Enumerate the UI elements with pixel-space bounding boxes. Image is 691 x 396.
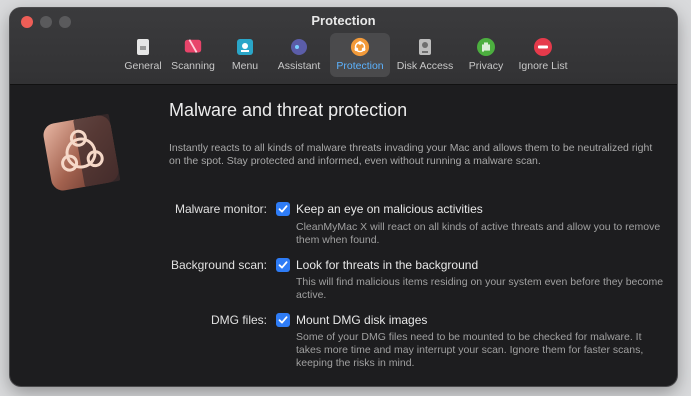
tab-label: Disk Access [396, 60, 454, 72]
background-scan-option-label[interactable]: Look for threats in the background [296, 258, 478, 272]
preferences-window: Protection General Scanning Menu Assista… [10, 8, 677, 386]
tab-label: Protection [336, 60, 384, 72]
hand-icon [476, 37, 496, 57]
tab-label: Menu [231, 60, 259, 72]
checkmark-icon [278, 261, 288, 269]
dmg-files-description: Some of your DMG files need to be mounte… [296, 331, 644, 369]
tab-disk-access[interactable]: Disk Access [395, 33, 455, 77]
tab-label: Privacy [468, 60, 504, 72]
dmg-files-option-label[interactable]: Mount DMG disk images [296, 313, 427, 327]
window-title: Protection [311, 13, 376, 28]
tab-label: Ignore List [518, 60, 568, 72]
tab-general[interactable]: General [118, 33, 168, 77]
page-description: Instantly reacts to all kinds of malware… [169, 142, 653, 167]
tab-scanning[interactable]: Scanning [167, 33, 219, 77]
tab-privacy[interactable]: Privacy [464, 33, 508, 77]
malware-monitor-option-label[interactable]: Keep an eye on malicious activities [296, 202, 483, 216]
checkmark-icon [278, 205, 288, 213]
dmg-files-checkbox[interactable] [276, 313, 290, 327]
tab-protection[interactable]: Protection [330, 33, 390, 77]
dmg-files-label: DMG files: [210, 313, 267, 327]
scanning-icon [183, 37, 203, 57]
assistant-icon [289, 37, 309, 57]
background-scan-checkbox[interactable] [276, 258, 290, 272]
preferences-tabs: General Scanning Menu Assistant Protecti… [10, 33, 677, 78]
background-scan-description: This will find malicious items residing … [296, 276, 664, 301]
malware-monitor-description: CleanMyMac X will react on all kinds of … [296, 221, 661, 246]
tab-ignore-list[interactable]: Ignore List [513, 33, 573, 77]
malware-monitor-checkbox[interactable] [276, 202, 290, 216]
background-scan-label: Background scan: [170, 258, 267, 272]
no-entry-icon [533, 37, 553, 57]
biohazard-icon [350, 37, 370, 57]
tab-assistant[interactable]: Assistant [274, 33, 324, 77]
disk-icon [415, 37, 435, 57]
menu-icon [235, 37, 255, 57]
general-icon [133, 37, 153, 57]
tab-label: Scanning [171, 60, 215, 72]
toolbar: Protection General Scanning Menu Assista… [10, 8, 677, 85]
page-title: Malware and threat protection [169, 100, 408, 120]
tab-label: Assistant [277, 60, 321, 72]
protection-hero-icon [38, 110, 124, 196]
malware-monitor-label: Malware monitor: [174, 202, 267, 216]
checkmark-icon [278, 316, 288, 324]
tab-label: General [124, 60, 162, 72]
tab-menu[interactable]: Menu [227, 33, 263, 77]
